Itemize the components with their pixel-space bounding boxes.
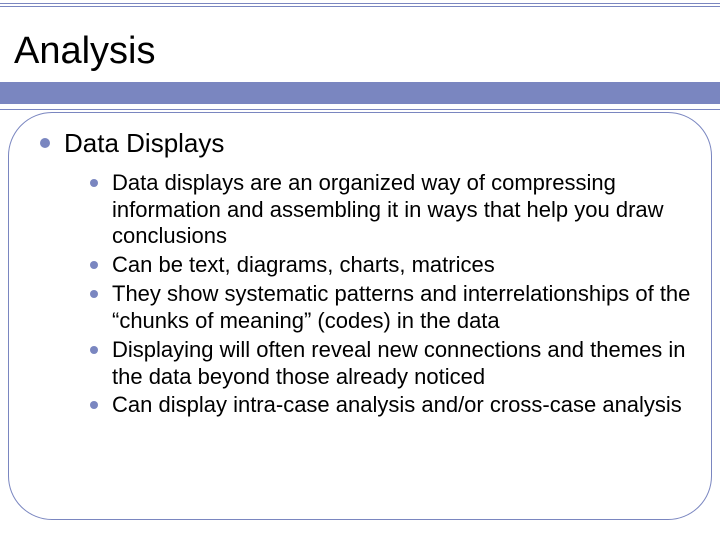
bullet-level2: They show systematic patterns and interr… (90, 281, 696, 335)
slide-title: Analysis (14, 30, 156, 73)
slide: Analysis Data Displays Data displays are… (0, 0, 720, 540)
bullet-level1: Data Displays (40, 128, 696, 160)
bullet-icon (90, 261, 98, 269)
bullet-icon (40, 138, 50, 148)
bullet-icon (90, 346, 98, 354)
bullet-level2-text: Can display intra-case analysis and/or c… (112, 392, 682, 419)
content-area: Data Displays Data displays are an organ… (40, 128, 696, 421)
bullet-level2: Displaying will often reveal new connect… (90, 337, 696, 391)
bullet-level2: Can display intra-case analysis and/or c… (90, 392, 696, 419)
bullet-level2: Data displays are an organized way of co… (90, 170, 696, 250)
decor-line-top-2 (0, 6, 720, 7)
sub-bullets: Data displays are an organized way of co… (90, 170, 696, 419)
decor-line-top-1 (0, 3, 720, 4)
bullet-level2-text: Displaying will often reveal new connect… (112, 337, 692, 391)
bullet-level2: Can be text, diagrams, charts, matrices (90, 252, 696, 279)
bullet-icon (90, 179, 98, 187)
bullet-level2-text: Data displays are an organized way of co… (112, 170, 692, 250)
bullet-icon (90, 290, 98, 298)
bullet-level2-text: They show systematic patterns and interr… (112, 281, 692, 335)
bullet-level2-text: Can be text, diagrams, charts, matrices (112, 252, 495, 279)
bullet-icon (90, 401, 98, 409)
bullet-level1-text: Data Displays (64, 128, 224, 160)
decor-line-under-bar (0, 109, 720, 110)
title-underline-bar (0, 82, 720, 104)
